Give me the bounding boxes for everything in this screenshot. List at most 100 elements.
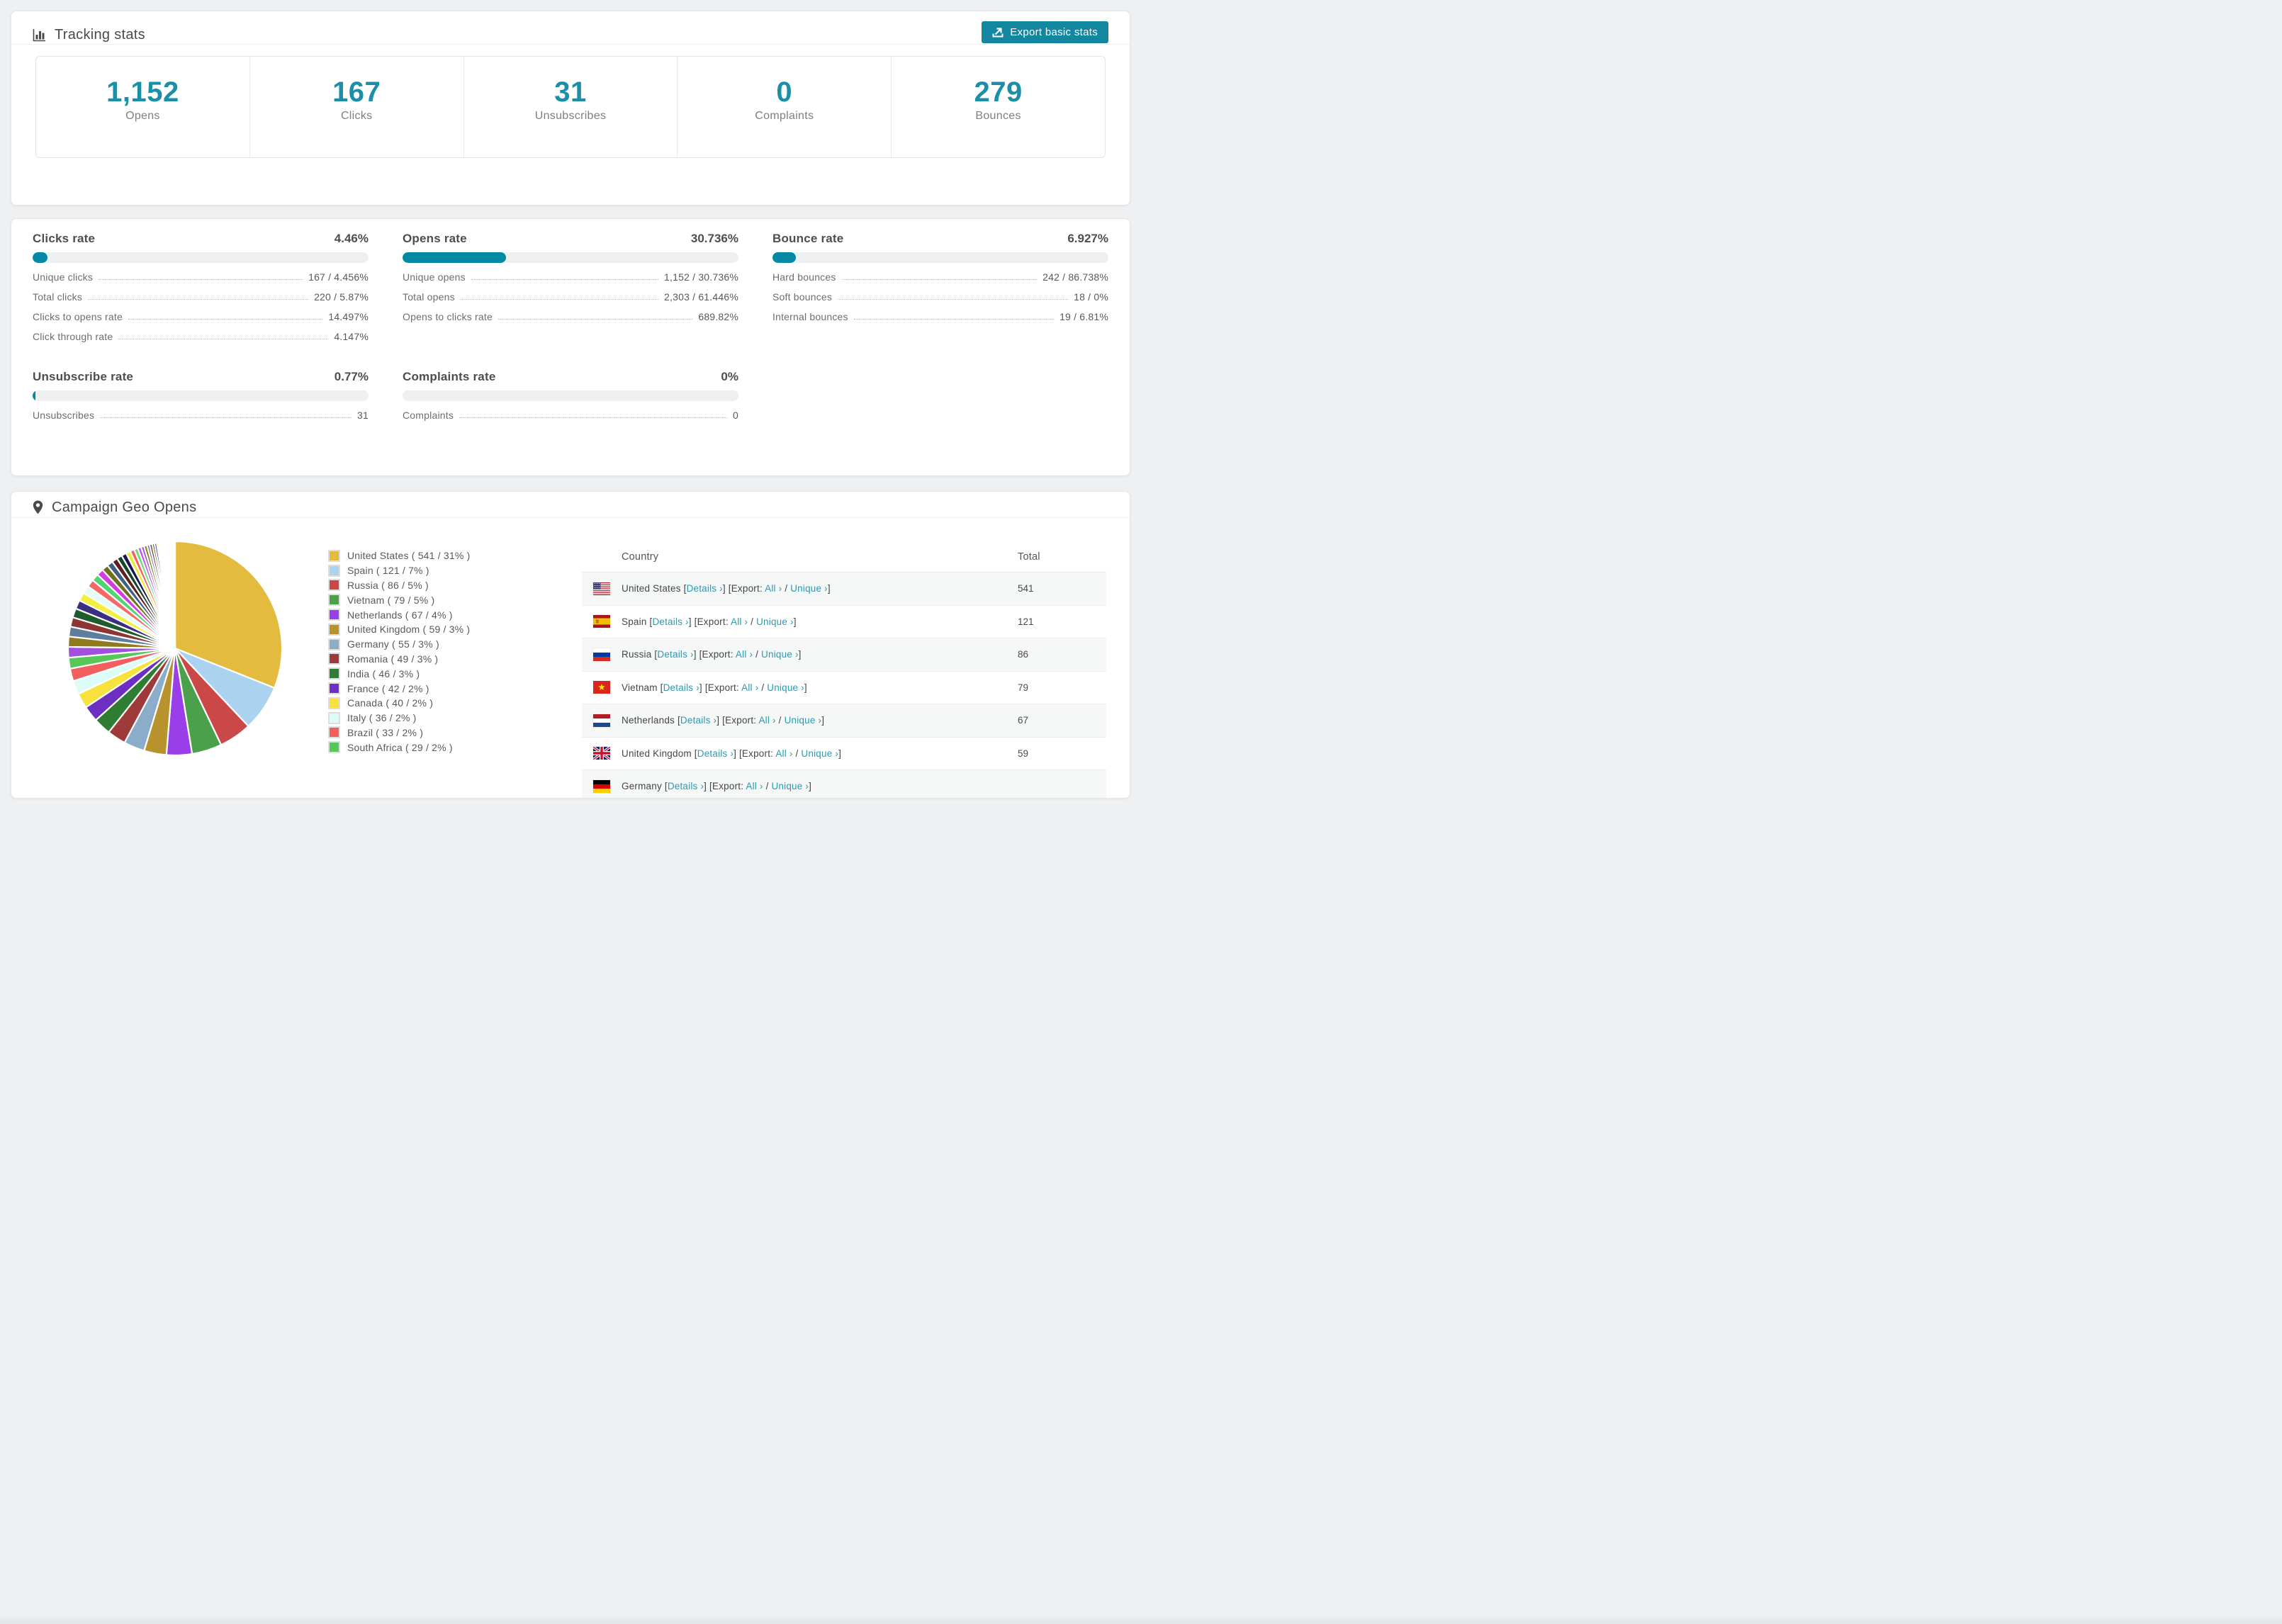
rate-value: 4.46%: [334, 232, 369, 245]
legend-item: Germany ( 55 / 3% ): [328, 637, 471, 652]
country-cell: Netherlands [Details ›] [Export: All › /…: [622, 715, 825, 726]
export-all-link[interactable]: All ›: [758, 715, 775, 726]
stat-label: Clicks: [340, 110, 373, 122]
rate-rows: Unique opens 1,152 / 30.736% Total opens 2,…: [403, 270, 738, 322]
progress-bar-fill: [33, 252, 48, 263]
rate-stat-label: Clicks to opens rate: [33, 311, 123, 322]
table-row: Spain [Details ›] [Export: All › / Uniqu…: [582, 606, 1106, 638]
details-link[interactable]: Details ›: [697, 748, 734, 759]
legend-label: Russia ( 86 / 5% ): [347, 579, 429, 591]
details-link[interactable]: Details ›: [687, 583, 723, 594]
table-row: Vietnam [Details ›] [Export: All › / Uni…: [582, 672, 1106, 704]
export-unique-link[interactable]: Unique ›: [767, 682, 804, 693]
rate-stat-label: Unique clicks: [33, 271, 94, 283]
stat-box: 279 Bounces: [892, 57, 1105, 157]
progress-bar: [403, 390, 738, 401]
table-row: Russia [Details ›] [Export: All › / Uniq…: [582, 638, 1106, 672]
legend-label: Brazil ( 33 / 2% ): [347, 726, 424, 738]
rate-stat-label: Click through rate: [33, 331, 113, 342]
details-link[interactable]: Details ›: [652, 616, 688, 627]
rate-title: Clicks rate: [33, 232, 96, 245]
stat-box: 167 Clicks: [250, 57, 464, 157]
rate-rows: Hard bounces 242 / 86.738% Soft bounces 18 …: [772, 270, 1108, 322]
progress-bar: [33, 390, 369, 401]
rate-stat-value: 1,152 / 30.736%: [664, 271, 738, 283]
total-cell: 67: [1018, 715, 1029, 726]
export-unique-link[interactable]: Unique ›: [785, 715, 822, 726]
export-unique-link[interactable]: Unique ›: [790, 583, 828, 594]
rate-stat-row: Internal bounces 19 / 6.81%: [772, 310, 1108, 322]
rate-rows: Unique clicks 167 / 4.456% Total clicks 220…: [33, 270, 369, 342]
table-row: United Kingdom [Details ›] [Export: All …: [582, 738, 1106, 770]
legend-swatch: [328, 594, 340, 607]
rate-stat-value: 18 / 0%: [1074, 291, 1108, 303]
rate-stat-row: Unique opens 1,152 / 30.736%: [403, 270, 738, 283]
export-icon: [992, 26, 1004, 38]
export-basic-stats-button[interactable]: Export basic stats: [982, 21, 1108, 43]
legend-item: India ( 46 / 3% ): [328, 666, 471, 681]
export-all-link[interactable]: All ›: [765, 583, 782, 594]
geo-opens-card: Campaign Geo Opens United States ( 541 /…: [11, 491, 1130, 799]
rate-stat-value: 19 / 6.81%: [1060, 311, 1108, 322]
dotted-leader: [841, 279, 1038, 280]
legend-item: United Kingdom ( 59 / 3% ): [328, 622, 471, 637]
progress-bar-fill: [772, 252, 796, 263]
rate-stat-value: 2,303 / 61.446%: [664, 291, 738, 303]
rate-stat-label: Soft bounces: [772, 291, 833, 303]
rates-card: Clicks rate 4.46% Unique clicks 167 / 4.456…: [11, 218, 1130, 476]
stat-value: 167: [332, 77, 381, 108]
dotted-leader: [838, 299, 1069, 300]
rate-stat-row: Clicks to opens rate 14.497%: [33, 310, 369, 322]
rate-title: Opens rate: [403, 232, 467, 245]
geo-opens-pie-chart[interactable]: [65, 538, 285, 758]
total-cell: 79: [1018, 682, 1029, 693]
dotted-leader: [88, 299, 309, 300]
details-link[interactable]: Details ›: [663, 682, 699, 693]
rate-title: Bounce rate: [772, 232, 844, 245]
geo-opens-table: Country Total United States [Details ›] …: [582, 541, 1106, 798]
legend-swatch: [328, 638, 340, 650]
stat-label: Complaints: [755, 110, 814, 122]
export-unique-link[interactable]: Unique ›: [801, 748, 838, 759]
legend-item: Vietnam ( 79 / 5% ): [328, 592, 471, 607]
details-link[interactable]: Details ›: [668, 781, 704, 791]
dotted-leader: [853, 319, 1055, 320]
rate-block: Unsubscribe rate 0.77% Unsubscribes 31: [33, 370, 369, 487]
rate-block-header: Bounce rate 6.927%: [772, 232, 1108, 246]
stat-box: 1,152 Opens: [36, 57, 250, 157]
legend-item: Spain ( 121 / 7% ): [328, 563, 471, 578]
country-flag-icon-nl: [593, 714, 610, 727]
table-body: United States [Details ›] [Export: All ›…: [582, 573, 1106, 798]
legend-item: Russia ( 86 / 5% ): [328, 578, 471, 593]
stat-box: 0 Complaints: [678, 57, 892, 157]
export-unique-link[interactable]: Unique ›: [761, 649, 799, 660]
export-all-link[interactable]: All ›: [736, 649, 753, 660]
export-all-link[interactable]: All ›: [731, 616, 748, 627]
country-cell: Vietnam [Details ›] [Export: All › / Uni…: [622, 682, 807, 693]
rate-stat-value: 167 / 4.456%: [308, 271, 369, 283]
rate-stat-label: Unique opens: [403, 271, 466, 283]
export-unique-link[interactable]: Unique ›: [771, 781, 809, 791]
progress-bar-fill: [33, 390, 35, 401]
export-all-link[interactable]: All ›: [741, 682, 758, 693]
legend-item: Romania ( 49 / 3% ): [328, 652, 471, 667]
dotted-leader: [459, 417, 727, 418]
export-all-link[interactable]: All ›: [775, 748, 792, 759]
rate-block-header: Unsubscribe rate 0.77%: [33, 370, 369, 384]
export-all-link[interactable]: All ›: [746, 781, 763, 791]
legend-swatch: [328, 564, 340, 577]
rate-stat-label: Complaints: [403, 410, 454, 421]
rate-stat-value: 242 / 86.738%: [1042, 271, 1108, 283]
legend-label: Romania ( 49 / 3% ): [347, 653, 439, 665]
legend-swatch: [328, 741, 340, 754]
export-unique-link[interactable]: Unique ›: [756, 616, 794, 627]
legend-item: Netherlands ( 67 / 4% ): [328, 607, 471, 622]
legend-label: France ( 42 / 2% ): [347, 682, 429, 694]
details-link[interactable]: Details ›: [657, 649, 693, 660]
table-row: United States [Details ›] [Export: All ›…: [582, 573, 1106, 606]
stat-value: 1,152: [106, 77, 179, 108]
geo-opens-header: Campaign Geo Opens: [11, 492, 1130, 518]
pie-slice[interactable]: [174, 540, 176, 650]
rate-block-header: Complaints rate 0%: [403, 370, 738, 384]
details-link[interactable]: Details ›: [680, 715, 716, 726]
